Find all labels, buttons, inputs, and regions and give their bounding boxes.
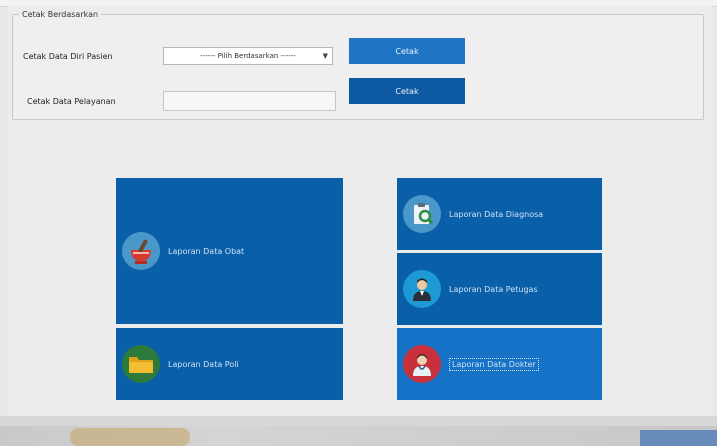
group-title: Cetak Berdasarkan [22, 10, 99, 19]
service-data-input[interactable] [163, 91, 336, 111]
report-tile-obat-label: Laporan Data Obat [168, 246, 245, 256]
taskbar-item-right [640, 430, 717, 446]
patient-data-label: Cetak Data Diri Pasien [23, 52, 113, 61]
report-tile-poli-label: Laporan Data Poli [168, 359, 239, 369]
criteria-select[interactable]: ------ Pilih Berdasarkan ------ ▼ [163, 47, 333, 65]
taskbar [0, 416, 717, 446]
officer-icon [403, 270, 441, 308]
report-tile-petugas[interactable]: Laporan Data Petugas [397, 253, 602, 325]
mortar-pestle-icon [122, 232, 160, 270]
report-tile-diagnosa[interactable]: Laporan Data Diagnosa [397, 178, 602, 250]
report-tile-diagnosa-label: Laporan Data Diagnosa [449, 209, 544, 219]
taskbar-item [70, 428, 190, 446]
service-data-label: Cetak Data Pelayanan [27, 97, 116, 106]
report-tile-poli[interactable]: Laporan Data Poli [116, 328, 343, 400]
print-patient-button[interactable]: Cetak [349, 38, 465, 64]
report-tile-petugas-label: Laporan Data Petugas [449, 284, 538, 294]
print-service-button[interactable]: Cetak [349, 78, 465, 104]
report-tile-dokter[interactable]: Laporan Data Dokter [397, 328, 602, 400]
report-window: Cetak Berdasarkan Cetak Data Diri Pasien… [8, 6, 712, 416]
criteria-select-value: ------ Pilih Berdasarkan ------ [200, 52, 296, 60]
report-tile-obat[interactable]: Laporan Data Obat [116, 178, 343, 324]
clipboard-search-icon [403, 195, 441, 233]
report-tile-dokter-label: Laporan Data Dokter [449, 357, 539, 371]
folder-icon [122, 345, 160, 383]
chevron-down-icon[interactable]: ▼ [323, 52, 328, 60]
doctor-icon [403, 345, 441, 383]
